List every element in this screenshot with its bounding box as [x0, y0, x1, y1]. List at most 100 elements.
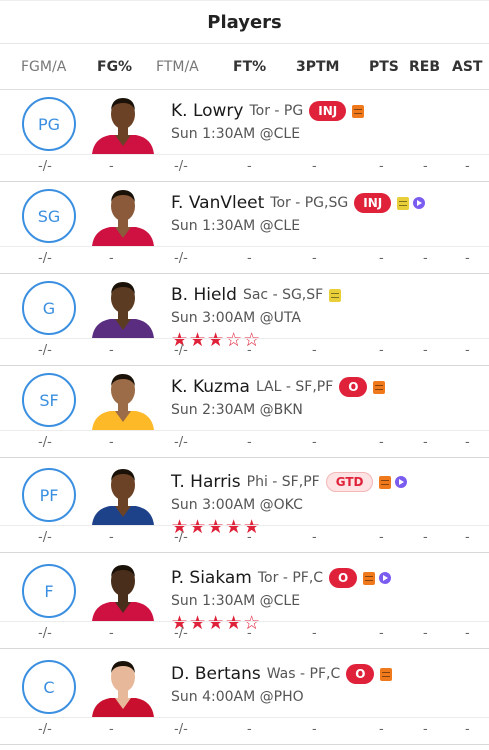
stat-cell: - — [247, 343, 252, 358]
injury-status-badge[interactable]: INJ — [354, 193, 392, 213]
player-name-link[interactable]: T. Harris — [171, 472, 241, 492]
col-ast[interactable]: AST — [452, 59, 482, 75]
player-name-link[interactable]: P. Siakam — [171, 568, 252, 588]
stat-cell: - — [312, 626, 317, 641]
player-note-icon[interactable] — [373, 380, 386, 394]
row-divider — [0, 621, 489, 622]
page-title: Players — [207, 12, 282, 33]
col-ft-pct[interactable]: FT% — [233, 59, 266, 75]
name-line: P. Siakam Tor - PF,C O — [171, 567, 392, 589]
player-note-icon[interactable] — [363, 571, 376, 585]
player-headshot[interactable] — [88, 561, 158, 621]
stat-cell: - — [312, 343, 317, 358]
player-row[interactable]: SG F. VanVleet Tor - PG,SG INJ Sun 1:30AM @C… — [0, 182, 489, 274]
stat-cell: - — [247, 435, 252, 450]
player-headshot[interactable] — [88, 657, 158, 717]
video-play-icon[interactable] — [379, 572, 392, 584]
player-headshot[interactable] — [88, 186, 158, 246]
player-headshot[interactable] — [88, 465, 158, 525]
column-header-row: FGM/A FG% FTM/A FT% 3PTM PTS REB AST — [0, 44, 489, 90]
game-time-label: Sun 1:30AM @CLE — [171, 126, 301, 142]
player-name-link[interactable]: K. Kuzma — [171, 377, 250, 397]
game-time-label: Sun 3:00AM @OKC — [171, 497, 303, 513]
stat-cell: - — [379, 722, 384, 737]
col-pts[interactable]: PTS — [369, 59, 399, 75]
player-name-link[interactable]: B. Hield — [171, 285, 237, 305]
team-position-label: LAL - SF,PF — [255, 379, 334, 395]
col-reb[interactable]: REB — [409, 59, 440, 75]
position-slot-button[interactable]: C — [22, 660, 76, 714]
position-slot-button[interactable]: G — [22, 281, 76, 335]
player-info: K. Lowry Tor - PG INJ Sun 1:30AM @CLE — [171, 100, 365, 142]
stat-cell: - — [465, 530, 470, 545]
player-row[interactable]: PG K. Lowry Tor - PG INJ Sun 1:30AM @CLE -/- -… — [0, 90, 489, 182]
video-play-icon[interactable] — [413, 197, 426, 209]
row-divider — [0, 717, 489, 718]
player-headshot[interactable] — [88, 94, 158, 154]
team-position-label: Tor - PG,SG — [270, 195, 349, 211]
col-fg-pct[interactable]: FG% — [97, 59, 132, 75]
player-row[interactable]: PF T. Harris Phi - SF,PF GTD Sun 3:00AM @OKC… — [0, 461, 489, 553]
stat-cell: - — [109, 343, 114, 358]
stat-cell: - — [379, 435, 384, 450]
stat-cell: -/- — [38, 722, 52, 737]
stat-cell: - — [312, 722, 317, 737]
stat-cell: - — [312, 159, 317, 174]
player-note-icon[interactable] — [379, 475, 392, 489]
col-ftma[interactable]: FTM/A — [156, 59, 199, 75]
player-note-icon[interactable] — [380, 667, 393, 681]
stat-cell: -/- — [38, 530, 52, 545]
player-row[interactable]: F P. Siakam Tor - PF,C O Sun 1:30AM @CLE ★★★★… — [0, 557, 489, 649]
team-position-label: Phi - SF,PF — [246, 474, 320, 490]
stat-cell: -/- — [38, 251, 52, 266]
title-bar: Players — [0, 0, 489, 44]
stat-cell: -/- — [174, 159, 188, 174]
stat-cell: -/- — [38, 159, 52, 174]
position-slot-button[interactable]: SG — [22, 189, 76, 243]
stat-cell: - — [109, 159, 114, 174]
player-row[interactable]: SF K. Kuzma LAL - SF,PF O Sun 2:30AM @BKN -/-… — [0, 366, 489, 458]
injury-status-badge[interactable]: INJ — [309, 101, 347, 121]
injury-status-badge[interactable]: GTD — [325, 472, 374, 492]
player-headshot[interactable] — [88, 370, 158, 430]
stat-cell: -/- — [174, 435, 188, 450]
stat-line: -/- - -/- - - - - - — [0, 719, 489, 743]
stat-cell: - — [423, 435, 428, 450]
stat-cell: - — [312, 251, 317, 266]
stat-line: -/- - -/- - - - - - — [0, 340, 489, 364]
player-name-link[interactable]: K. Lowry — [171, 101, 243, 121]
injury-status-badge[interactable]: O — [346, 664, 375, 684]
stat-line: -/- - -/- - - - - - — [0, 432, 489, 456]
row-divider — [0, 154, 489, 155]
player-info: D. Bertans Was - PF,C O Sun 4:00AM @PHO — [171, 663, 393, 705]
stat-line: -/- - -/- - - - - - — [0, 156, 489, 180]
stat-cell: - — [465, 722, 470, 737]
stat-cell: -/- — [38, 626, 52, 641]
position-slot-button[interactable]: PG — [22, 97, 76, 151]
position-slot-button[interactable]: F — [22, 564, 76, 618]
row-divider — [0, 246, 489, 247]
stat-cell: - — [247, 530, 252, 545]
name-line: D. Bertans Was - PF,C O — [171, 663, 393, 685]
injury-status-badge[interactable]: O — [339, 377, 368, 397]
player-note-icon[interactable] — [352, 104, 365, 118]
player-row[interactable]: C D. Bertans Was - PF,C O Sun 4:00AM @PHO -/-… — [0, 653, 489, 745]
stat-cell: - — [109, 626, 114, 641]
stat-cell: - — [465, 626, 470, 641]
col-3ptm[interactable]: 3PTM — [296, 59, 339, 75]
position-slot-button[interactable]: PF — [22, 468, 76, 522]
player-note-icon[interactable] — [397, 196, 410, 210]
stat-cell: - — [109, 251, 114, 266]
player-name-link[interactable]: F. VanVleet — [171, 193, 264, 213]
video-play-icon[interactable] — [395, 476, 408, 488]
player-row[interactable]: G B. Hield Sac - SG,SF Sun 3:00AM @UTA ★★★☆☆… — [0, 274, 489, 366]
position-slot-button[interactable]: SF — [22, 373, 76, 427]
player-name-link[interactable]: D. Bertans — [171, 664, 261, 684]
player-headshot[interactable] — [88, 278, 158, 338]
player-note-icon[interactable] — [329, 288, 342, 302]
name-line: K. Kuzma LAL - SF,PF O — [171, 376, 386, 398]
team-position-label: Tor - PG — [249, 103, 304, 119]
injury-status-badge[interactable]: O — [329, 568, 358, 588]
stat-cell: - — [465, 435, 470, 450]
col-fgma[interactable]: FGM/A — [21, 59, 66, 75]
